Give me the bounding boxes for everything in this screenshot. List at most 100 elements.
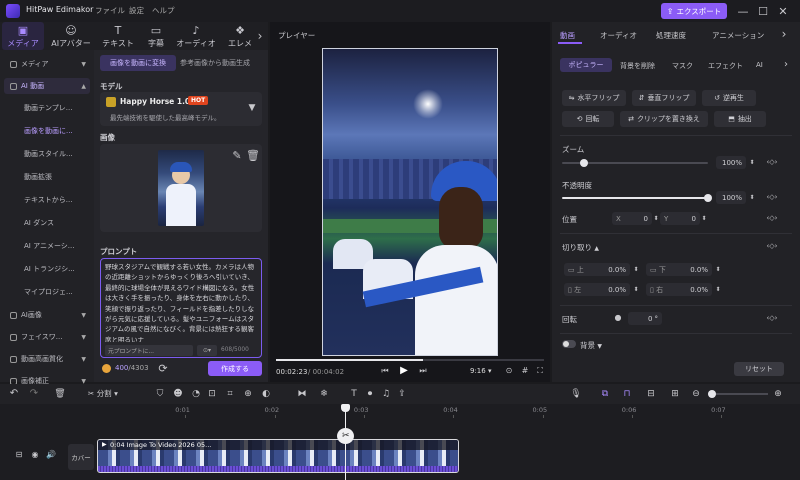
rotate-dial-icon[interactable]: ● bbox=[612, 312, 624, 324]
export-clip-icon[interactable]: ⇪ bbox=[396, 388, 408, 400]
timeline-ruler[interactable]: 0:01 0:02 0:03 0:04 0:05 0:06 0:07 bbox=[96, 404, 800, 418]
prompt-style-dropdown[interactable]: ⊙▾ bbox=[197, 345, 217, 356]
sidebar-item-10[interactable]: マイプロジェ... bbox=[4, 284, 90, 300]
edit-icon[interactable]: ✎ bbox=[232, 150, 242, 161]
sidebar-item-0[interactable]: メディア ▼ bbox=[4, 56, 90, 72]
background-toggle[interactable] bbox=[562, 340, 576, 348]
timeline-zoom-in-icon[interactable]: ⊕ bbox=[772, 388, 784, 400]
tab-image-to-video[interactable]: 画像を動画に変換 bbox=[100, 55, 176, 71]
tab-subtitle[interactable]: ▭ 字幕 bbox=[140, 22, 172, 50]
create-button[interactable]: 作成する bbox=[208, 361, 262, 376]
sidebar-item-12[interactable]: フェイスワ... ▼ bbox=[4, 329, 90, 345]
export-button[interactable]: ⇪ エクスポート bbox=[661, 3, 727, 19]
original-prompt-tag[interactable]: 元プロンプトに... bbox=[105, 345, 193, 356]
link-icon[interactable]: ⧉ bbox=[598, 388, 612, 400]
rotate-button[interactable]: ⟲ 回転 bbox=[562, 111, 614, 127]
subtab-mask[interactable]: マスク bbox=[672, 61, 693, 71]
cover-button[interactable]: カバー bbox=[68, 444, 94, 470]
sidebar-item-5[interactable]: 動画拡張 bbox=[4, 169, 90, 185]
sidebar-item-7[interactable]: AI ダンス bbox=[4, 215, 90, 231]
preview-progress-track[interactable] bbox=[276, 359, 544, 361]
flip-horizontal-button[interactable]: ⇋ 水平フリップ bbox=[562, 90, 626, 106]
zoom-value-input[interactable]: 100% bbox=[716, 156, 746, 169]
prompt-textarea[interactable]: 野球スタジアムで観戦する若い女性。カメラは人物の近距離ショットからゆっくり後ろへ… bbox=[100, 258, 262, 358]
color-icon[interactable]: ◐ bbox=[260, 388, 272, 400]
opacity-keyframe-icon[interactable]: ‹◇› bbox=[760, 191, 784, 204]
opacity-slider-knob[interactable] bbox=[704, 194, 712, 202]
tab-reference-to-video[interactable]: 参考画像から動画生成 bbox=[180, 55, 264, 71]
sidebar-item-13[interactable]: 動画高画質化 ▼ bbox=[4, 351, 90, 367]
position-y-stepper-icon[interactable]: ⬍ bbox=[700, 212, 708, 225]
shield-icon[interactable]: ⛉ bbox=[154, 388, 166, 400]
tabs-next-icon[interactable]: › bbox=[254, 28, 266, 44]
rotate-value-input[interactable]: 0 ° bbox=[628, 312, 662, 325]
position-y-input[interactable]: Y0 bbox=[660, 212, 700, 225]
menu-help[interactable]: ヘルプ bbox=[152, 5, 175, 16]
sidebar-item-6[interactable]: テキストから... bbox=[4, 192, 90, 208]
opacity-stepper-icon[interactable]: ⬍ bbox=[748, 191, 756, 204]
props-tab-speed[interactable]: 処理速度 bbox=[656, 30, 686, 41]
subtab-popular[interactable]: ポピュラー bbox=[560, 58, 612, 72]
zoom-slider-knob[interactable] bbox=[579, 159, 588, 167]
reverse-button[interactable]: ↺ 逆再生 bbox=[702, 90, 756, 106]
image-upload-box[interactable]: ✎ 🗑 bbox=[100, 144, 262, 232]
maximize-icon[interactable]: ☐ bbox=[757, 4, 769, 18]
tab-text[interactable]: T テキスト bbox=[98, 22, 138, 50]
subtab-remove-bg[interactable]: 背景を削除 bbox=[620, 61, 655, 71]
crop-left-stepper-icon[interactable]: ⬍ bbox=[632, 283, 640, 296]
trash-icon[interactable]: 🗑 bbox=[246, 150, 260, 161]
subtab-ai[interactable]: AI bbox=[756, 61, 763, 69]
zoom-keyframe-icon[interactable]: ‹◇› bbox=[760, 156, 784, 169]
background-label[interactable]: 背景 ▼ bbox=[580, 340, 602, 351]
sidebar-item-8[interactable]: AI アニメーシ... bbox=[4, 238, 90, 254]
text-tool-icon[interactable]: T bbox=[348, 388, 360, 400]
undo-icon[interactable]: ↶ bbox=[8, 388, 20, 400]
track-audio-icon[interactable]: 🔊 bbox=[46, 450, 56, 460]
delete-icon[interactable]: 🗑 bbox=[54, 388, 66, 400]
tab-element[interactable]: ❖ エレメ bbox=[222, 22, 258, 50]
opacity-slider[interactable] bbox=[562, 194, 712, 202]
sidebar-item-11[interactable]: AI画像 ▼ bbox=[4, 307, 90, 323]
props-tabs-next-icon[interactable]: › bbox=[778, 28, 790, 40]
extract-button[interactable]: ⬒ 抽出 bbox=[714, 111, 766, 127]
magnet-icon[interactable]: ⊓ bbox=[620, 388, 634, 400]
sidebar-item-1[interactable]: AI 動画 ▲ bbox=[4, 78, 90, 94]
position-keyframe-icon[interactable]: ‹◇› bbox=[760, 212, 784, 225]
crop-top-stepper-icon[interactable]: ⬍ bbox=[632, 263, 640, 276]
zoom-stepper-icon[interactable]: ⬍ bbox=[748, 156, 756, 169]
speed-icon[interactable]: ◔ bbox=[190, 388, 202, 400]
zoom-out-icon[interactable]: ⊖ bbox=[690, 388, 702, 400]
rotate-keyframe-icon[interactable]: ‹◇› bbox=[760, 312, 784, 325]
model-selector[interactable]: Happy Horse 1.0 HOT 最先端技術を駆使した最高峰モデル。 ▼ bbox=[100, 92, 262, 126]
crop-left-input[interactable]: ▯ 左 0.0% bbox=[564, 283, 630, 296]
snapshot-icon[interactable]: ⊙ bbox=[504, 366, 514, 376]
props-tab-audio[interactable]: オーディオ bbox=[600, 30, 637, 41]
tab-media[interactable]: ▣ メディア bbox=[2, 22, 44, 50]
freeze-frame-icon[interactable]: ❄ bbox=[318, 388, 330, 400]
position-x-input[interactable]: X0 bbox=[612, 212, 652, 225]
prev-frame-icon[interactable]: ⏮ bbox=[380, 366, 390, 376]
split-button[interactable]: ✂ 分割 ▾ bbox=[88, 388, 118, 399]
menu-file[interactable]: ファイル bbox=[95, 5, 125, 16]
mirror-icon[interactable]: ⧓ bbox=[296, 388, 308, 400]
replace-clip-button[interactable]: ⇄ クリップを置き換え bbox=[620, 111, 708, 127]
crop-label[interactable]: 切り取り ▲ bbox=[562, 242, 599, 253]
crop-top-input[interactable]: ▭ 上 0.0% bbox=[564, 263, 630, 276]
sidebar-item-3[interactable]: 画像を動画に... bbox=[4, 123, 90, 139]
tab-ai-avatar[interactable]: ☺ AIアバター bbox=[48, 22, 94, 50]
reset-button[interactable]: リセット bbox=[734, 362, 784, 376]
timeline-zoom-slider[interactable] bbox=[708, 390, 768, 398]
video-clip[interactable]: ▶ 0:04 Image To Video 2026 05... bbox=[97, 439, 459, 473]
video-frame[interactable] bbox=[322, 48, 498, 356]
crop-right-input[interactable]: ▯ 右 0.0% bbox=[646, 283, 712, 296]
redo-icon[interactable]: ↷ bbox=[28, 388, 40, 400]
freeze-icon[interactable]: ⊡ bbox=[206, 388, 218, 400]
subtab-effect[interactable]: エフェクト bbox=[708, 61, 743, 71]
zoom-in-icon[interactable]: ⊕ bbox=[242, 388, 254, 400]
grid-icon[interactable]: # bbox=[520, 366, 530, 376]
props-tab-animation[interactable]: アニメーション bbox=[712, 30, 764, 41]
crop-keyframe-icon[interactable]: ‹◇› bbox=[760, 240, 784, 253]
snap-icon[interactable]: ⊟ bbox=[644, 388, 658, 400]
zoom-slider[interactable] bbox=[562, 159, 708, 167]
aspect-ratio-select[interactable]: 9:16 ▾ bbox=[470, 367, 491, 375]
